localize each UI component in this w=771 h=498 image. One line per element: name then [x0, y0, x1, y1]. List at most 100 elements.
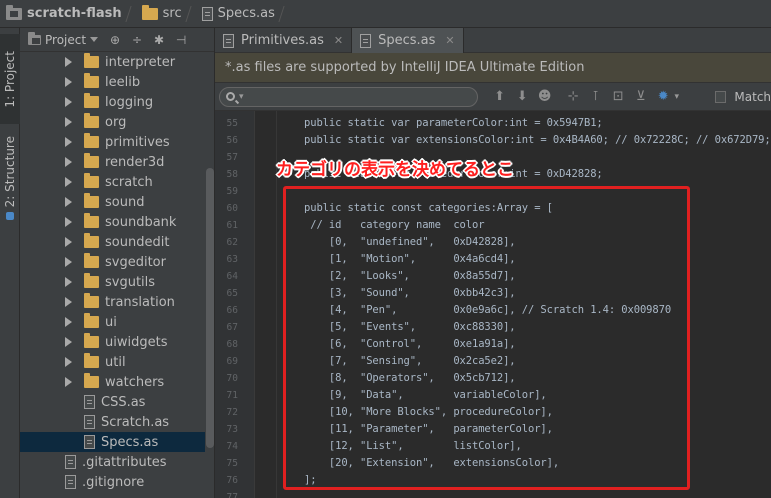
editor-tab-label: Specs.as	[378, 33, 436, 48]
tree-folder-item[interactable]: sound	[20, 192, 205, 212]
code-line: public static var parameterColor:int = 0…	[304, 117, 603, 129]
folder-icon	[141, 4, 158, 20]
breadcrumb-folder[interactable]: src	[141, 0, 182, 28]
tree-folder-item[interactable]: svgeditor	[20, 252, 205, 272]
expand-arrow-icon[interactable]	[65, 257, 72, 267]
expand-arrow-icon[interactable]	[65, 297, 72, 307]
tree-folder-item[interactable]: soundbank	[20, 212, 205, 232]
expand-arrow-icon[interactable]	[65, 197, 72, 207]
tree-folder-item[interactable]: scratch	[20, 172, 205, 192]
expand-arrow-icon[interactable]	[65, 157, 72, 167]
search-icon[interactable]	[226, 92, 235, 101]
tree-folder-item[interactable]: logging	[20, 92, 205, 112]
chevron-down-icon[interactable]: ▾	[675, 92, 680, 102]
breadcrumb-project-label: scratch-flash	[27, 6, 122, 21]
tab-structure-tool[interactable]: 2: Structure	[0, 128, 20, 228]
line-number: 66	[226, 305, 238, 316]
tree-folder-item[interactable]: ui	[20, 312, 205, 332]
tree-folder-item[interactable]: watchers	[20, 372, 205, 392]
folder-icon	[84, 313, 99, 328]
expand-arrow-icon[interactable]	[65, 377, 72, 387]
tree-folder-item[interactable]: leelib	[20, 72, 205, 92]
tree-file-item[interactable]: Specs.as	[20, 432, 205, 452]
tree-file-item[interactable]: CSS.as	[20, 392, 205, 412]
project-folder-icon	[6, 4, 22, 20]
tree-folder-item[interactable]: soundedit	[20, 232, 205, 252]
expand-arrow-icon[interactable]	[65, 357, 72, 367]
previous-occurrence-icon[interactable]: ⬆	[488, 89, 511, 104]
search-input[interactable]: ▾	[219, 86, 479, 107]
editor-tab-label: Primitives.as	[241, 33, 324, 48]
find-all-icon[interactable]: ☻	[533, 89, 556, 104]
expand-arrow-icon[interactable]	[65, 277, 72, 287]
collapse-all-icon[interactable]: ÷	[129, 32, 145, 48]
expand-arrow-icon[interactable]	[65, 337, 72, 347]
expand-arrow-icon[interactable]	[65, 217, 72, 227]
file-icon	[84, 415, 95, 429]
folder-icon	[84, 273, 99, 288]
expand-arrow-icon[interactable]	[65, 137, 72, 147]
folder-icon	[84, 353, 99, 368]
filter-icon[interactable]: ⊻	[629, 89, 652, 104]
next-occurrence-icon[interactable]: ⬇	[511, 89, 534, 104]
match-case-checkbox[interactable]	[715, 90, 727, 103]
expand-arrow-icon[interactable]	[65, 117, 72, 127]
breadcrumb-folder-label: src	[162, 6, 182, 21]
line-number: 62	[226, 237, 238, 248]
search-history-chevron-icon[interactable]: ▾	[239, 92, 244, 102]
expand-arrow-icon[interactable]	[65, 317, 72, 327]
tree-folder-item[interactable]: interpreter	[20, 52, 205, 72]
tree-item-label: scratch	[105, 174, 153, 190]
tree-folder-item[interactable]: util	[20, 352, 205, 372]
folder-icon	[84, 153, 99, 168]
tree-folder-item[interactable]: org	[20, 112, 205, 132]
hide-panel-icon[interactable]: ⊣	[173, 32, 189, 48]
tree-folder-item[interactable]: translation	[20, 292, 205, 312]
tab-project-tool[interactable]: 1: Project	[0, 34, 20, 124]
close-tab-icon[interactable]: ✕	[334, 34, 343, 47]
tree-file-item[interactable]: .gitignore	[20, 472, 205, 492]
folder-icon	[84, 73, 99, 88]
structure-tool-label: 2: Structure	[3, 136, 17, 208]
expand-arrow-icon[interactable]	[65, 77, 72, 87]
tree-folder-item[interactable]: svgutils	[20, 272, 205, 292]
expand-arrow-icon[interactable]	[65, 237, 72, 247]
breadcrumb-project[interactable]: scratch-flash	[6, 0, 122, 28]
line-number: 68	[226, 339, 238, 350]
editor-tab[interactable]: Primitives.as ✕	[215, 28, 353, 53]
remove-selection-icon[interactable]: ⊺	[584, 89, 607, 104]
line-number: 57	[226, 152, 238, 163]
project-tool-label: 1: Project	[3, 50, 17, 108]
target-icon[interactable]: ⊕	[107, 32, 123, 48]
file-icon	[201, 6, 213, 21]
tree-item-label: primitives	[105, 134, 170, 150]
select-all-occurrences-icon[interactable]: ⊡	[607, 89, 630, 104]
project-panel-toolbar: Project ⊕ ÷ ✱ ⊣	[20, 28, 214, 52]
add-selection-icon[interactable]: ⊹	[562, 89, 585, 104]
tree-folder-item[interactable]: primitives	[20, 132, 205, 152]
editor-tab[interactable]: Specs.as ✕	[352, 28, 464, 53]
project-tree-scrollbar[interactable]	[206, 168, 214, 448]
gear-icon[interactable]: ✱	[151, 32, 167, 48]
breadcrumb-separator	[126, 0, 138, 28]
tool-window-strip: 1: Project 2: Structure	[0, 28, 20, 498]
annotation-highlight-box	[283, 186, 690, 490]
project-view-selector[interactable]: Project	[45, 33, 86, 47]
settings-gear-icon[interactable]: ✹	[652, 89, 675, 104]
chevron-down-icon[interactable]	[90, 37, 99, 42]
folder-icon	[84, 53, 99, 68]
line-number: 59	[226, 186, 238, 197]
project-panel: Project ⊕ ÷ ✱ ⊣ interpreter leelib logging…	[20, 28, 215, 498]
close-tab-icon[interactable]: ✕	[445, 34, 454, 47]
tree-item-label: uiwidgets	[105, 334, 168, 350]
expand-arrow-icon[interactable]	[65, 57, 72, 67]
line-number: 65	[226, 288, 238, 299]
expand-arrow-icon[interactable]	[65, 177, 72, 187]
tree-folder-item[interactable]: render3d	[20, 152, 205, 172]
breadcrumb-file[interactable]: Specs.as	[201, 0, 275, 28]
tree-file-item[interactable]: Scratch.as	[20, 412, 205, 432]
tree-file-item[interactable]: .gitattributes	[20, 452, 205, 472]
tree-item-label: interpreter	[105, 54, 176, 70]
tree-folder-item[interactable]: uiwidgets	[20, 332, 205, 352]
expand-arrow-icon[interactable]	[65, 97, 72, 107]
